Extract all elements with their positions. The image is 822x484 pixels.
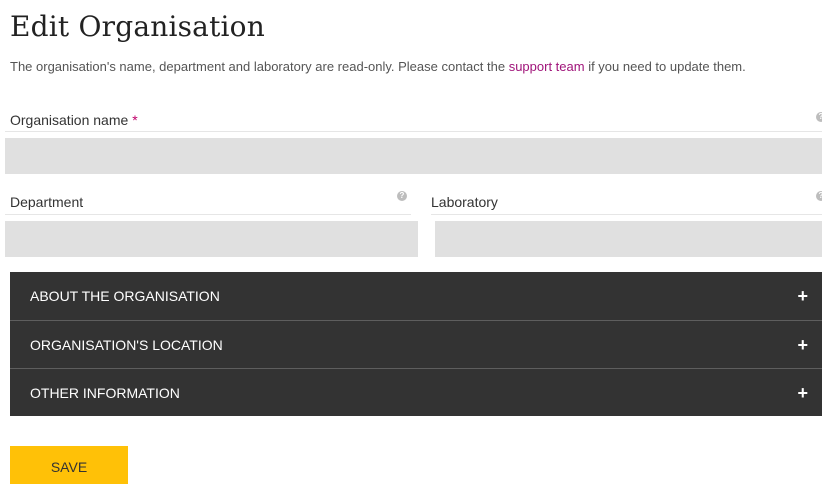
intro-text: The organisation's name, department and … (10, 58, 810, 76)
section-accordion: ABOUT THE ORGANISATION + ORGANISATION'S … (10, 272, 822, 416)
plus-icon[interactable]: + (797, 384, 808, 402)
question-circle-icon[interactable]: ? (397, 191, 407, 201)
field-divider (5, 131, 822, 132)
accordion-about-organisation[interactable]: ABOUT THE ORGANISATION + (10, 272, 822, 320)
accordion-label: ABOUT THE ORGANISATION (30, 288, 220, 304)
required-marker: * (132, 112, 138, 128)
accordion-label: ORGANISATION'S LOCATION (30, 336, 223, 353)
question-circle-icon[interactable]: ? (816, 112, 822, 122)
accordion-organisation-location[interactable]: ORGANISATION'S LOCATION + (10, 320, 822, 368)
department-field[interactable] (5, 221, 418, 257)
support-team-link[interactable]: support team (509, 59, 585, 74)
field-divider (5, 214, 411, 215)
accordion-other-information[interactable]: OTHER INFORMATION + (10, 368, 822, 416)
laboratory-field[interactable] (435, 221, 822, 257)
accordion-label: OTHER INFORMATION (30, 384, 180, 401)
field-divider (431, 214, 822, 215)
intro-text-after: if you need to update them. (584, 59, 746, 74)
plus-icon[interactable]: + (797, 336, 808, 354)
intro-text-before: The organisation's name, department and … (10, 59, 509, 74)
laboratory-label: Laboratory (431, 194, 498, 210)
plus-icon[interactable]: + (797, 287, 808, 305)
organisation-name-label-text: Organisation name (10, 112, 129, 128)
department-label: Department (10, 194, 84, 210)
page-title: Edit Organisation (10, 10, 265, 43)
organisation-name-field[interactable] (5, 138, 822, 174)
question-circle-icon[interactable]: ? (816, 191, 822, 201)
organisation-name-label: Organisation name * (10, 112, 138, 128)
save-button[interactable]: SAVE (10, 446, 128, 484)
